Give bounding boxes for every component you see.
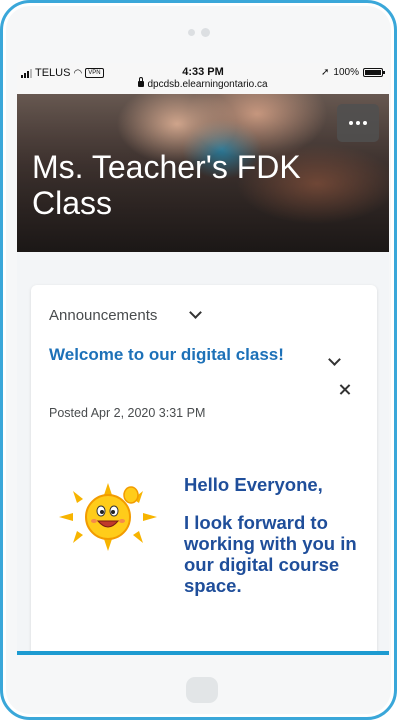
chevron-down-icon[interactable] xyxy=(328,353,341,366)
close-icon[interactable] xyxy=(336,381,354,399)
phone-screen: TELUS ◠ VPN 4:33 PM dpcdsb.elearningonta… xyxy=(17,63,389,655)
device-frame: TELUS ◠ VPN 4:33 PM dpcdsb.elearningonta… xyxy=(0,0,397,720)
posted-date: Posted Apr 2, 2020 3:31 PM xyxy=(49,406,206,420)
location-icon: ➚ xyxy=(321,67,330,78)
announcement-message-text: I look forward to working with you in ou… xyxy=(184,512,357,596)
chevron-down-icon[interactable] xyxy=(189,306,202,319)
course-title: Ms. Teacher's FDK Class xyxy=(32,149,301,221)
battery-icon xyxy=(363,68,385,77)
camera-dots xyxy=(188,28,210,37)
course-banner: Ms. Teacher's FDK Class xyxy=(17,94,389,252)
more-options-button[interactable] xyxy=(337,104,379,142)
announcements-widget: Announcements Welcome to our digital cla… xyxy=(31,285,377,651)
announcement-greeting: Hello Everyone, xyxy=(184,474,323,495)
sun-image xyxy=(49,481,167,553)
status-bar: TELUS ◠ VPN 4:33 PM dpcdsb.elearningonta… xyxy=(17,63,389,94)
address-bar[interactable]: dpcdsb.elearningontario.ca xyxy=(17,77,389,90)
lock-icon xyxy=(138,77,145,87)
widget-title: Announcements xyxy=(49,307,158,324)
announcement-title-link[interactable]: Welcome to our digital class! xyxy=(49,345,284,365)
url-text: dpcdsb.elearningontario.ca xyxy=(147,79,268,90)
home-button[interactable] xyxy=(186,677,218,703)
battery-percent: 100% xyxy=(333,67,359,78)
announcement-message: I look forward to working with you in ou… xyxy=(184,512,364,596)
